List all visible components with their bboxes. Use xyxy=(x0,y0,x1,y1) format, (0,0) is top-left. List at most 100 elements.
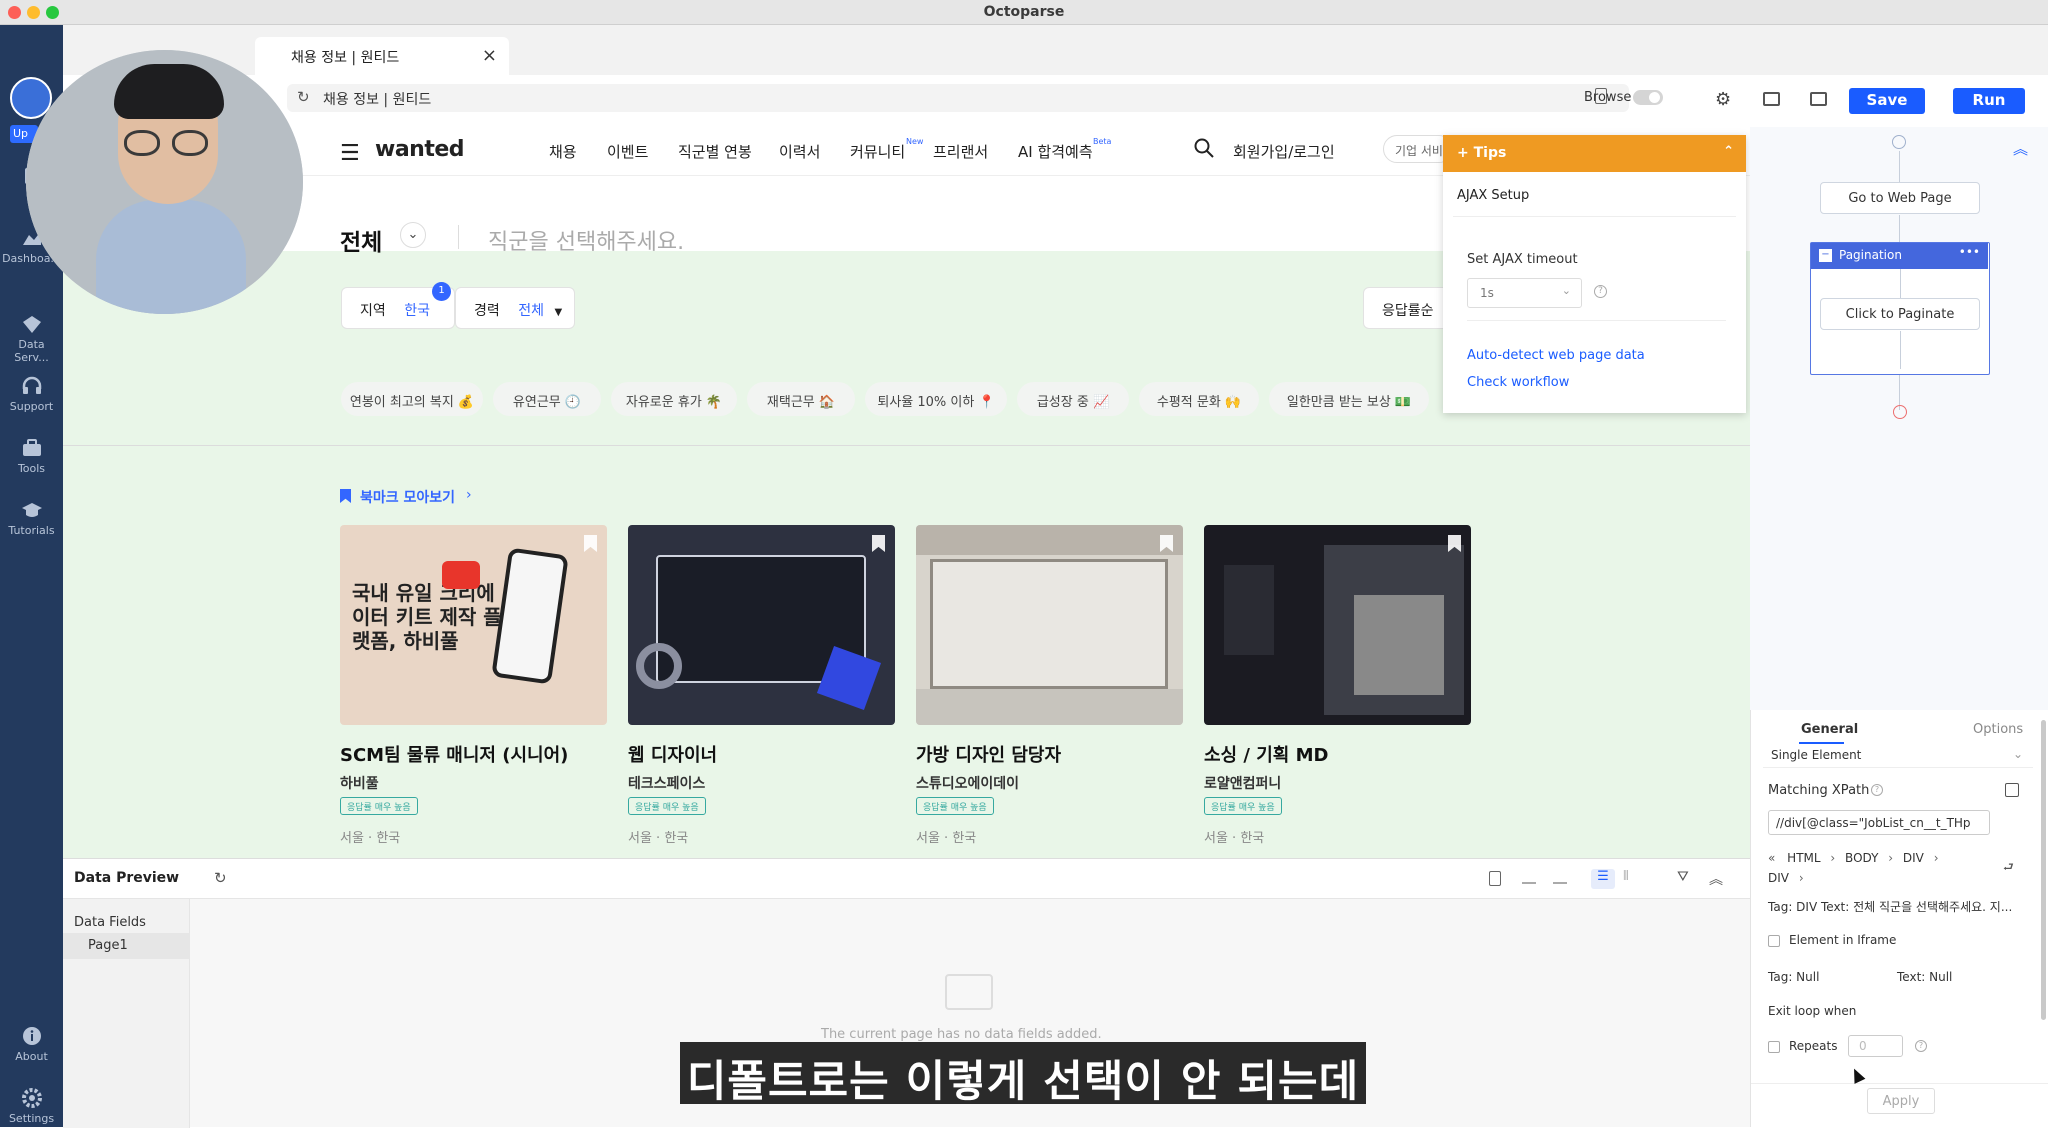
nav-link-resume[interactable]: 이력서 xyxy=(779,141,820,162)
list-view-icon[interactable]: ☰ xyxy=(1591,869,1615,889)
headset-icon xyxy=(20,375,44,397)
nav-link-salary[interactable]: 직군별 연봉 xyxy=(678,141,752,162)
bookmark-toggle-icon[interactable] xyxy=(872,535,885,552)
job-card-title[interactable]: 웹 디자이너 xyxy=(628,741,717,767)
path-item[interactable]: HTML xyxy=(1787,851,1820,865)
collapse-preview-icon[interactable]: ︽ xyxy=(1709,869,1723,889)
column-view-icon[interactable]: ⦀ xyxy=(1623,869,1629,884)
run-button[interactable]: Run xyxy=(1953,88,2025,114)
play-icon xyxy=(442,561,480,589)
job-card-image[interactable]: 국내 유일 크리에이터 키트 제작 플랫폼, 하비풀 xyxy=(340,525,607,725)
workflow-click-to-paginate[interactable]: Click to Paginate xyxy=(1820,298,1980,330)
tips-header[interactable]: + Tips ⌃ xyxy=(1443,135,1746,172)
sidebar-item-tutorials[interactable]: Tutorials xyxy=(0,499,63,537)
browse-label: Browse xyxy=(1584,90,1632,105)
workflow-pagination-loop[interactable]: − Pagination ••• Click to Paginate xyxy=(1810,242,1990,375)
chip-salary-welfare[interactable]: 연봉이 최고의 복지 💰 xyxy=(341,382,483,416)
nav-link-freelancer[interactable]: 프리랜서 xyxy=(933,141,988,162)
sidewalk xyxy=(916,689,1183,725)
layout-panel-icon[interactable] xyxy=(1763,92,1780,106)
auto-detect-link[interactable]: Auto-detect web page data xyxy=(1467,348,1645,363)
more-options-icon[interactable]: ••• xyxy=(1959,245,1980,259)
selected-element-text: Tag: DIV Text: 전체 직군을 선택해주세요. 지... xyxy=(1768,900,2013,914)
career-filter[interactable]: 경력 전체 ▼ xyxy=(455,287,575,329)
tab-general[interactable]: General xyxy=(1801,722,1858,737)
job-card-title[interactable]: 가방 디자인 담당자 xyxy=(916,741,1061,767)
path-item[interactable]: DIV xyxy=(1768,871,1789,885)
hamburger-menu-icon[interactable]: ☰ xyxy=(340,141,360,166)
exit-loop-label: Exit loop when xyxy=(1768,1004,1857,1018)
help-icon[interactable]: ? xyxy=(1915,1040,1927,1052)
download-icon[interactable] xyxy=(1553,871,1567,884)
category-divider xyxy=(458,225,459,249)
nav-link-jobs[interactable]: 채용 xyxy=(549,141,577,162)
filter-icon[interactable]: ⛛ xyxy=(1677,869,1689,885)
site-logo[interactable]: wanted xyxy=(375,137,465,162)
apply-button[interactable]: Apply xyxy=(1867,1088,1935,1114)
url-bar[interactable]: ↻ 채용 정보 | 원티드 xyxy=(287,84,1629,112)
window-panel-icon[interactable] xyxy=(1810,92,1827,106)
job-card-image[interactable] xyxy=(1204,525,1471,725)
collapse-tips-icon[interactable]: ⌃ xyxy=(1723,144,1734,159)
page-list-item[interactable]: Page1 xyxy=(63,933,190,959)
help-icon[interactable]: ? xyxy=(1871,784,1883,796)
sidebar-item-data-service[interactable]: Data Serv... xyxy=(0,313,63,364)
pagination-loop-header[interactable]: − Pagination ••• xyxy=(1811,243,1988,269)
chip-horizontal-culture[interactable]: 수평적 문화 🙌 xyxy=(1139,382,1259,416)
job-card-title[interactable]: 소싱 / 기획 MD xyxy=(1204,741,1328,767)
pick-element-icon[interactable] xyxy=(2005,783,2019,797)
xpath-input[interactable]: //div[@class="JobList_cn__t_THp xyxy=(1768,810,1990,835)
job-card-company: 로얄앤컴퍼니 xyxy=(1204,776,1282,792)
search-icon[interactable] xyxy=(1193,137,1215,163)
chip-low-turnover[interactable]: 퇴사율 10% 이하 📍 xyxy=(865,382,1007,416)
refresh-path-icon[interactable]: ⮐ xyxy=(2003,858,2014,879)
chip-reward[interactable]: 일한만큼 받는 보상 💵 xyxy=(1269,382,1429,416)
repeats-checkbox[interactable] xyxy=(1768,1041,1780,1053)
sidebar-item-tools[interactable]: Tools xyxy=(0,437,63,475)
browse-toggle[interactable] xyxy=(1633,90,1663,105)
login-link[interactable]: 회원가입/로그인 xyxy=(1233,141,1335,162)
repeats-input[interactable]: 0 xyxy=(1848,1035,1903,1057)
info-icon xyxy=(20,1025,44,1047)
help-icon[interactable]: ? xyxy=(1594,285,1607,298)
collapse-loop-icon[interactable]: − xyxy=(1819,249,1832,262)
settings-gear-icon[interactable]: ⚙ xyxy=(1715,89,1731,110)
element-in-iframe-checkbox[interactable] xyxy=(1768,935,1780,947)
chip-free-vacation[interactable]: 자유로운 휴가 🌴 xyxy=(611,382,737,416)
sidebar-item-settings[interactable]: Settings xyxy=(0,1087,63,1125)
person-hair xyxy=(114,64,224,119)
chip-fast-growth[interactable]: 급성장 중 📈 xyxy=(1017,382,1129,416)
sidebar-item-about[interactable]: About xyxy=(0,1025,63,1063)
ajax-timeout-select[interactable]: 1s ⌄ xyxy=(1467,278,1582,308)
path-item[interactable]: BODY xyxy=(1845,851,1878,865)
upload-icon[interactable] xyxy=(1522,871,1536,884)
workflow-go-to-page[interactable]: Go to Web Page xyxy=(1820,182,1980,214)
collapse-workflow-icon[interactable]: ︽ xyxy=(2013,138,2028,159)
chevron-down-icon[interactable]: ⌄ xyxy=(400,222,426,248)
data-preview-header: Data Preview ↻ ☰ ⦀ ⛛ ︽ xyxy=(63,859,1750,899)
collapse-path-icon[interactable]: « xyxy=(1768,851,1775,865)
save-button[interactable]: Save xyxy=(1849,88,1925,114)
tab-options[interactable]: Options xyxy=(1973,722,2023,737)
check-workflow-link[interactable]: Check workflow xyxy=(1467,375,1569,390)
category-title[interactable]: 전체 xyxy=(340,223,382,257)
nav-link-community[interactable]: 커뮤니티 xyxy=(850,141,905,162)
chip-flexible-work[interactable]: 유연근무 🕘 xyxy=(493,382,601,416)
nav-link-ai-prediction[interactable]: AI 합격예측 xyxy=(1018,141,1093,162)
job-card-image[interactable] xyxy=(628,525,895,725)
path-item[interactable]: DIV xyxy=(1903,851,1924,865)
refresh-icon[interactable]: ↻ xyxy=(214,869,227,887)
bookmark-collection-link[interactable]: 북마크 모아보기 xyxy=(360,487,455,507)
element-mode-select[interactable]: Single Element ⌄ xyxy=(1763,744,2033,768)
sidebar-item-label: Tools xyxy=(17,462,46,475)
job-category-placeholder[interactable]: 직군을 선택해주세요. xyxy=(488,224,684,256)
bookmark-toggle-icon[interactable] xyxy=(584,535,597,552)
job-card-image[interactable] xyxy=(916,525,1183,725)
export-icon[interactable] xyxy=(1489,871,1501,886)
job-card-title[interactable]: SCM팀 물류 매니저 (시니어) xyxy=(340,741,568,767)
close-tab-icon[interactable]: × xyxy=(482,45,497,66)
nav-link-events[interactable]: 이벤트 xyxy=(607,141,648,162)
chip-remote-work[interactable]: 재택근무 🏠 xyxy=(747,382,855,416)
sidebar-item-support[interactable]: Support xyxy=(0,375,63,413)
settings-scrollbar[interactable] xyxy=(2041,720,2046,1020)
